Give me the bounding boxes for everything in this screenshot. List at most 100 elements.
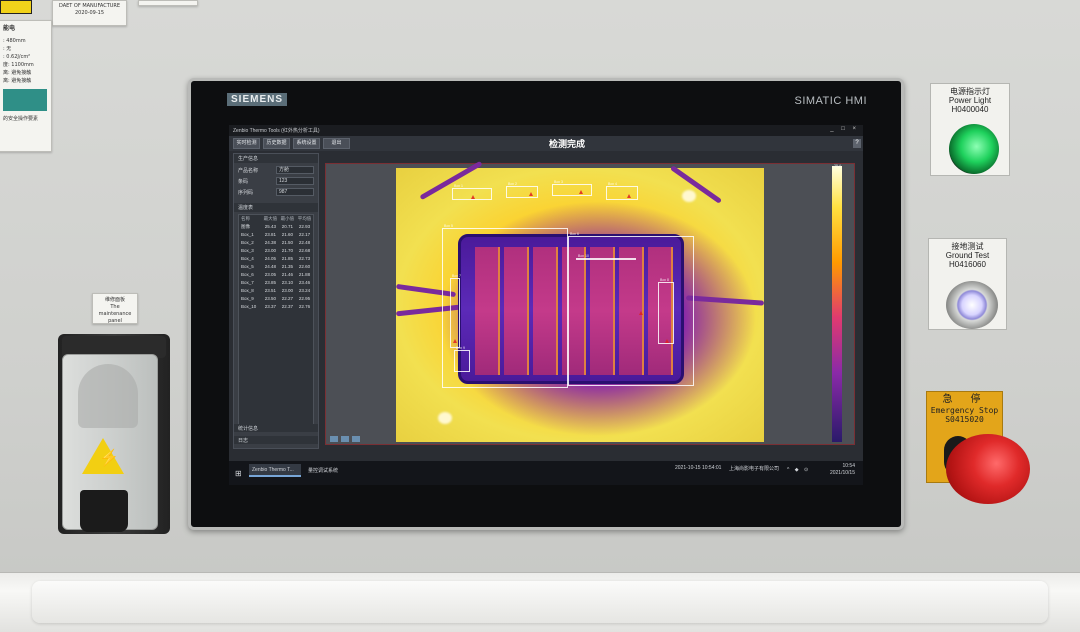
socket-plug [80,490,128,532]
taskbar-app-debug[interactable]: 量控调试系统 [305,464,355,477]
spec-line: : 无 [3,46,12,52]
table-cell: 23.37 [264,304,276,309]
table-cell: 21.70 [281,248,294,253]
roi-box[interactable]: Box 10 [576,254,636,260]
window-title-bar: Zenbio Thermo Tools (红外热分析工具) _ □ × [229,125,863,136]
left-panel: 生产信息 产品名称 方舱 条码 123 序列码 987 温度表 名称 最大值 最… [233,153,319,449]
info-row: 条码 123 [234,176,318,186]
info-key: 产品名称 [238,167,259,174]
table-cell: Box_10 [241,304,257,309]
thermal-view[interactable]: Box 1 Box 2 Box 3 Box 4 Box 5 Box 6 Box … [325,160,855,445]
fit-tool-icon[interactable] [352,436,360,442]
roi-label: Box 1 [454,184,463,188]
roi-box[interactable]: Box 7 [450,274,461,348]
spec-footer: 的安全操作要素 [3,116,39,122]
product-name-field[interactable]: 方舱 [276,166,314,174]
system-settings-button[interactable]: 系统设置 [293,138,320,149]
log-header[interactable]: 日志 [234,436,318,444]
table-cell: Box_6 [241,272,254,277]
roi-label: Box 8 [660,278,669,282]
table-row[interactable]: Box_2 24.38 21.50 22.48 [239,239,313,247]
table-row[interactable]: Box_10 23.37 22.37 22.76 [239,303,313,311]
serial-field[interactable]: 987 [276,188,314,196]
table-cell: 22.73 [298,256,311,261]
system-tray-icons[interactable]: ^ ◆ ⊙ [787,467,810,473]
power-label-en: Power Light [948,96,992,105]
temp-table-header[interactable]: 温度表 [234,203,318,212]
barcode-field[interactable]: 123 [276,177,314,185]
lightning-icon: ⚡ [99,450,119,467]
maint-label-en: The maintenance panel [98,304,132,324]
windows-start-icon[interactable]: ⊞ [235,469,242,478]
table-row[interactable]: Box_9 23.50 22.27 22.95 [239,295,313,303]
table-cell: 22.93 [298,224,311,229]
table-row[interactable]: Box_1 23.81 21.60 22.17 [239,231,313,239]
table-row[interactable]: Box_6 23.05 21.46 21.88 [239,271,313,279]
mfg-label-text: DAET OF MANUFACTURE [58,3,121,9]
table-cell: 20.71 [281,224,294,229]
table-row[interactable]: Box_8 23.51 23.00 23.24 [239,287,313,295]
col-header: 名称 [241,216,250,221]
stats-header[interactable]: 统计信息 [234,424,318,432]
exit-button[interactable]: 退出 [323,138,350,149]
ground-test-button[interactable] [946,281,998,329]
help-button[interactable]: ? [853,139,861,148]
spec-line: : 480mm [3,38,26,44]
roi-box[interactable]: Box 3 [552,180,592,196]
roi-box[interactable]: Box 1 [452,184,492,200]
table-row[interactable]: Box_4 24.05 21.85 22.73 [239,255,313,263]
table-row[interactable]: Box_3 23.00 21.70 22.68 [239,247,313,255]
spec-title: 能电 [3,25,16,32]
emergency-stop-button[interactable] [946,434,1030,504]
table-cell: 22.76 [298,304,311,309]
cable [669,165,723,204]
table-cell: 21.60 [281,232,294,237]
taskbar-app-thermo[interactable]: Zenbio Thermo T... [249,464,301,477]
warning-sign-icon [0,0,32,14]
table-row[interactable]: 图像 25.43 20.71 22.93 [239,223,313,231]
siemens-logo: SIEMENS [227,93,288,106]
zoom-tool-icon[interactable] [330,436,338,442]
table-cell: 23.05 [264,272,276,277]
table-cell: 图像 [241,224,250,229]
window-title: Zenbio Thermo Tools (红外热分析工具) [233,128,320,134]
roi-label: Box 5 [444,224,453,228]
ground-label-cn: 接地测试 [951,242,984,251]
thermal-image[interactable]: Box 1 Box 2 Box 3 Box 4 Box 5 Box 6 Box … [395,160,765,442]
roi-box[interactable]: Box 9 [454,346,470,372]
cable [685,295,765,306]
table-cell: 23.50 [264,296,276,301]
pan-tool-icon[interactable] [341,436,349,442]
roi-box[interactable]: Box 2 [506,182,538,198]
maintenance-panel-label: 维修面板 The maintenance panel [92,293,138,324]
small-tag [138,0,198,6]
toolbar: 实时检测 历史数据 系统设置 退出 检测完成 ? [229,136,863,151]
roi-label: Box 10 [578,254,589,258]
table-cell: Box_9 [241,296,254,301]
window-controls[interactable]: _ □ × [830,126,859,132]
history-data-button[interactable]: 历史数据 [263,138,290,149]
hmi-screen: Zenbio Thermo Tools (红外热分析工具) _ □ × 实时检测… [229,125,863,485]
estop-label-code: S0415020 [945,415,984,424]
power-indicator-light [949,124,999,174]
table-row[interactable]: Box_5 24.48 21.35 22.60 [239,263,313,271]
table-cell: Box_8 [241,288,254,293]
power-label-cn: 电源指示灯 [950,87,990,96]
table-cell: 23.46 [298,280,311,285]
table-cell: 23.00 [264,248,276,253]
taskbar-clock[interactable]: 10:54 2021/10/15 [830,463,855,477]
table-cell: 22.17 [298,232,311,237]
simatic-hmi-label: SIMATIC HMI [794,95,867,107]
roi-box[interactable]: Box 8 [658,278,674,344]
table-row[interactable]: Box_7 23.85 23.10 23.46 [239,279,313,287]
clock-date: 2021/10/15 [829,470,855,476]
ground-label-code: H0416060 [949,260,986,269]
roi-box[interactable]: Box 4 [606,182,638,200]
table-cell: Box_4 [241,256,254,261]
roi-label: Box 6 [570,232,579,236]
product-info-header[interactable]: 生产信息 [234,154,318,163]
shelf-lip [32,581,1048,623]
table-cell: Box_2 [241,240,254,245]
realtime-detect-button[interactable]: 实时检测 [233,138,260,149]
scale-max-label: 25.4 [834,164,841,168]
